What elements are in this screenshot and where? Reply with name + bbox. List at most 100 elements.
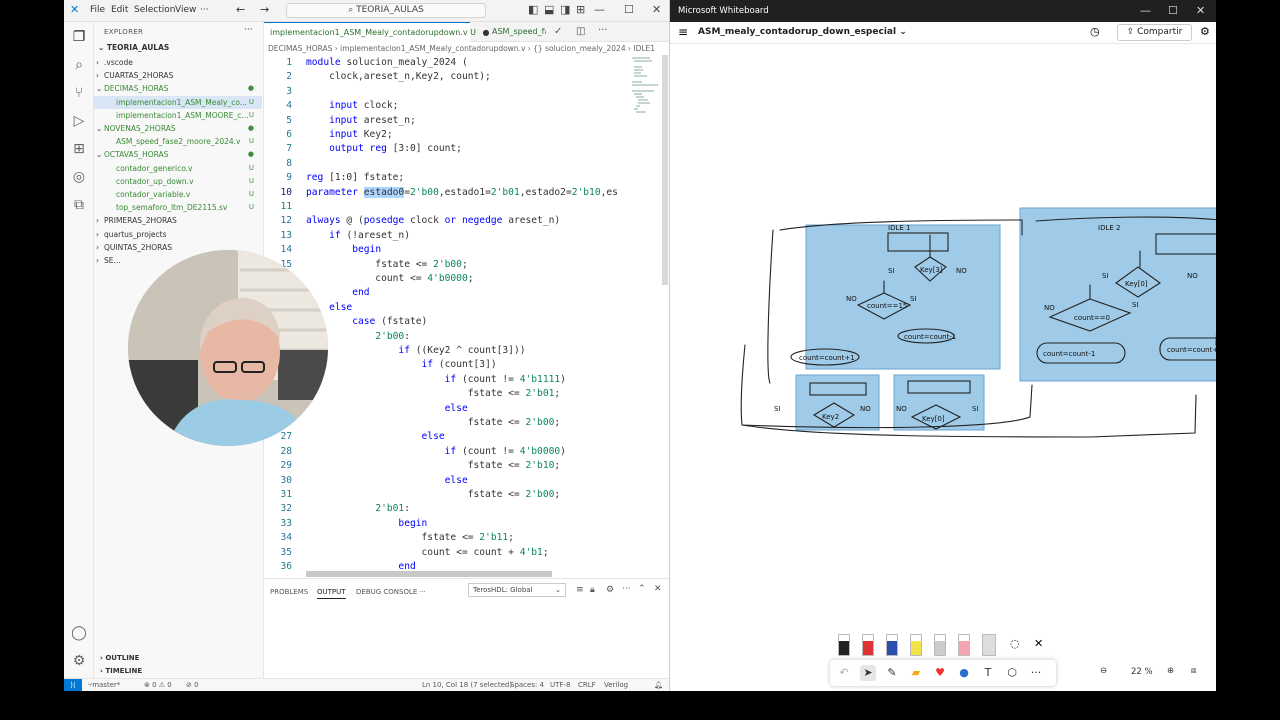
explorer-root-folder[interactable]: ⌄ TEORIA_AULAS bbox=[98, 43, 169, 52]
code-line[interactable]: input Key2; bbox=[306, 129, 393, 140]
settings-gear-icon[interactable]: ⚙ bbox=[1200, 25, 1210, 38]
code-line[interactable]: clock,areset_n,Key2, count); bbox=[306, 71, 491, 82]
teroshdl-icon[interactable]: ◎ bbox=[70, 168, 88, 186]
menu-selection[interactable]: Selection bbox=[134, 5, 175, 15]
panel-tab-output[interactable]: OUTPUT bbox=[317, 588, 346, 599]
code-line[interactable]: fstate <= 2'b00; bbox=[306, 417, 560, 428]
explorer-item[interactable]: implementacion1_ASM_MOORE_c... U bbox=[94, 109, 262, 122]
split-editor-icon[interactable]: ◫ bbox=[576, 26, 585, 37]
toggle-secondary-icon[interactable]: ◨ bbox=[560, 3, 570, 16]
lock-icon[interactable]: 🔒︎ bbox=[590, 585, 595, 595]
explorer-item[interactable]: ⌄ NOVENAS_2HORAS ● bbox=[94, 122, 262, 135]
encoding-status[interactable]: UTF-8 bbox=[550, 679, 570, 691]
sticky-idle1[interactable] bbox=[805, 224, 1001, 370]
menu-edit[interactable]: Edit bbox=[111, 5, 128, 15]
sticky-note-icon[interactable]: ▰ bbox=[908, 665, 924, 681]
toggle-panel-icon[interactable]: ⬓ bbox=[544, 3, 554, 16]
panel-tab-problems[interactable]: PROBLEMS bbox=[270, 588, 308, 596]
layout-icon[interactable]: ⊞ bbox=[576, 3, 585, 16]
language-status[interactable]: Verilog bbox=[604, 679, 628, 691]
whiteboard-canvas[interactable]: IDLE 1 IDLE 2 Key[3] Key[0] SI NO SI NO … bbox=[670, 45, 1216, 691]
explorer-item[interactable]: ASM_speed_fase2_moore_2024.v U bbox=[94, 135, 262, 148]
explorer-item[interactable]: › quartus_projects bbox=[94, 228, 262, 241]
code-line[interactable]: count <= count + 4'b1; bbox=[306, 547, 549, 558]
undo-icon[interactable]: ↶ bbox=[836, 665, 852, 681]
explorer-item[interactable]: implementacion1_ASM_Mealy_co... U bbox=[94, 95, 262, 109]
fit-to-screen-icon[interactable]: ⧈ bbox=[1191, 666, 1196, 676]
code-line[interactable]: module solucion_mealy_2024 ( bbox=[306, 57, 468, 68]
red-pen-icon[interactable] bbox=[862, 634, 874, 656]
forward-arrow-icon[interactable]: → bbox=[260, 3, 269, 16]
blue-pen-icon[interactable] bbox=[886, 634, 898, 656]
code-line[interactable]: always @ (posedge clock or negedge arese… bbox=[306, 215, 560, 226]
explorer-more-icon[interactable]: ··· bbox=[244, 25, 253, 35]
close-icon[interactable]: ✕ bbox=[1196, 0, 1205, 22]
code-line[interactable]: else bbox=[306, 475, 468, 486]
code-line[interactable]: fstate <= 2'b01; bbox=[306, 388, 560, 399]
problems-status[interactable]: ⊗ 0 ⚠ 0 bbox=[144, 679, 172, 691]
image-icon[interactable]: ● bbox=[956, 665, 972, 681]
explorer-item[interactable]: contador_variable.v U bbox=[94, 188, 262, 201]
code-line[interactable]: if (count != 4'b0000) bbox=[306, 446, 566, 457]
eol-status[interactable]: CRLF bbox=[578, 679, 596, 691]
minimize-icon[interactable]: — bbox=[1140, 0, 1151, 22]
maximize-icon[interactable]: ☐ bbox=[1168, 0, 1178, 22]
explorer-item[interactable]: ⌄ DECIMAS_HORAS ● bbox=[94, 82, 262, 95]
close-pen-tray-icon[interactable]: ✕ bbox=[1034, 637, 1043, 650]
output-settings-icon[interactable]: ⚙ bbox=[606, 585, 614, 595]
code-line[interactable]: if ((Key2 ^ count[3])) bbox=[306, 345, 525, 356]
panel-tab-debug-console[interactable]: DEBUG CONSOLE bbox=[356, 588, 417, 596]
outline-section[interactable]: › OUTLINE bbox=[100, 654, 139, 662]
code-line[interactable]: if (!areset_n) bbox=[306, 230, 410, 241]
tab-asm-speed[interactable]: ASM_speed_fa bbox=[486, 22, 546, 42]
close-icon[interactable]: ✕ bbox=[652, 3, 661, 16]
editor-horizontal-scrollbar[interactable] bbox=[306, 571, 552, 577]
panel-tab-more[interactable]: ··· bbox=[419, 588, 426, 596]
minimap[interactable] bbox=[630, 55, 660, 115]
lasso-icon[interactable]: ◌ bbox=[1010, 637, 1020, 650]
code-line[interactable]: input clock; bbox=[306, 100, 398, 111]
select-arrow-icon[interactable]: ➤ bbox=[860, 665, 876, 681]
toggle-sidebar-icon[interactable]: ◧ bbox=[528, 3, 538, 16]
code-line[interactable]: output reg [3:0] count; bbox=[306, 143, 462, 154]
timeline-section[interactable]: › TIMELINE bbox=[100, 667, 142, 675]
code-line[interactable]: 2'b01: bbox=[306, 503, 410, 514]
highlighter-icon[interactable] bbox=[910, 634, 922, 656]
explorer-item[interactable]: › CUARTAS_2HORAS bbox=[94, 69, 262, 82]
ports-status[interactable]: ⊘ 0 bbox=[186, 679, 199, 691]
explorer-icon[interactable]: ❐ bbox=[70, 28, 88, 46]
code-line[interactable]: fstate <= 2'b10; bbox=[306, 460, 560, 471]
account-icon[interactable]: ◯ bbox=[70, 624, 88, 642]
board-title[interactable]: ASM_mealy_contadorup_down_especial ⌄ bbox=[698, 27, 907, 37]
menu-hamburger-icon[interactable]: ≡ bbox=[678, 25, 688, 39]
back-arrow-icon[interactable]: ← bbox=[236, 3, 245, 16]
timer-icon[interactable]: ◷ bbox=[1090, 25, 1100, 38]
code-line[interactable]: begin bbox=[306, 244, 381, 255]
editor-vertical-scrollbar[interactable] bbox=[662, 55, 668, 285]
menu-view[interactable]: View bbox=[175, 5, 196, 15]
black-pen-icon[interactable] bbox=[838, 634, 850, 656]
code-line[interactable]: else bbox=[306, 403, 468, 414]
indentation-status[interactable]: Spaces: 4 bbox=[510, 679, 544, 691]
explorer-item[interactable]: contador_up_down.v U bbox=[94, 175, 262, 188]
text-icon[interactable]: T bbox=[980, 665, 996, 681]
extensions-icon[interactable]: ⊞ bbox=[70, 140, 88, 158]
pencil-icon[interactable] bbox=[934, 634, 946, 656]
eraser-icon[interactable] bbox=[958, 634, 970, 656]
code-line[interactable]: else bbox=[306, 431, 445, 442]
maximize-panel-icon[interactable]: ⌃ bbox=[638, 584, 646, 594]
panel-more-icon[interactable]: ··· bbox=[622, 584, 631, 594]
settings-gear-icon[interactable]: ⚙ bbox=[70, 652, 88, 670]
compare-icon[interactable]: ✓ bbox=[554, 26, 562, 37]
output-channel-select[interactable]: TerosHDL: Global ⌄ bbox=[468, 583, 566, 597]
explorer-item[interactable]: › PRIMERAS_2HORAS bbox=[94, 214, 262, 227]
explorer-item[interactable]: contador_generico.v U bbox=[94, 162, 262, 175]
maximize-icon[interactable]: ☐ bbox=[624, 3, 634, 16]
code-line[interactable]: fstate <= 2'b00; bbox=[306, 259, 467, 270]
code-line[interactable]: reg [1:0] fstate; bbox=[306, 172, 404, 183]
menu-file[interactable]: File bbox=[90, 5, 105, 15]
clear-output-icon[interactable]: ≡ bbox=[576, 585, 584, 595]
more-menu-icon[interactable]: ··· bbox=[200, 5, 209, 15]
code-line[interactable]: fstate <= 2'b00; bbox=[306, 489, 560, 500]
explorer-item[interactable]: top_semaforo_ltm_DE2115.sv U bbox=[94, 201, 262, 214]
